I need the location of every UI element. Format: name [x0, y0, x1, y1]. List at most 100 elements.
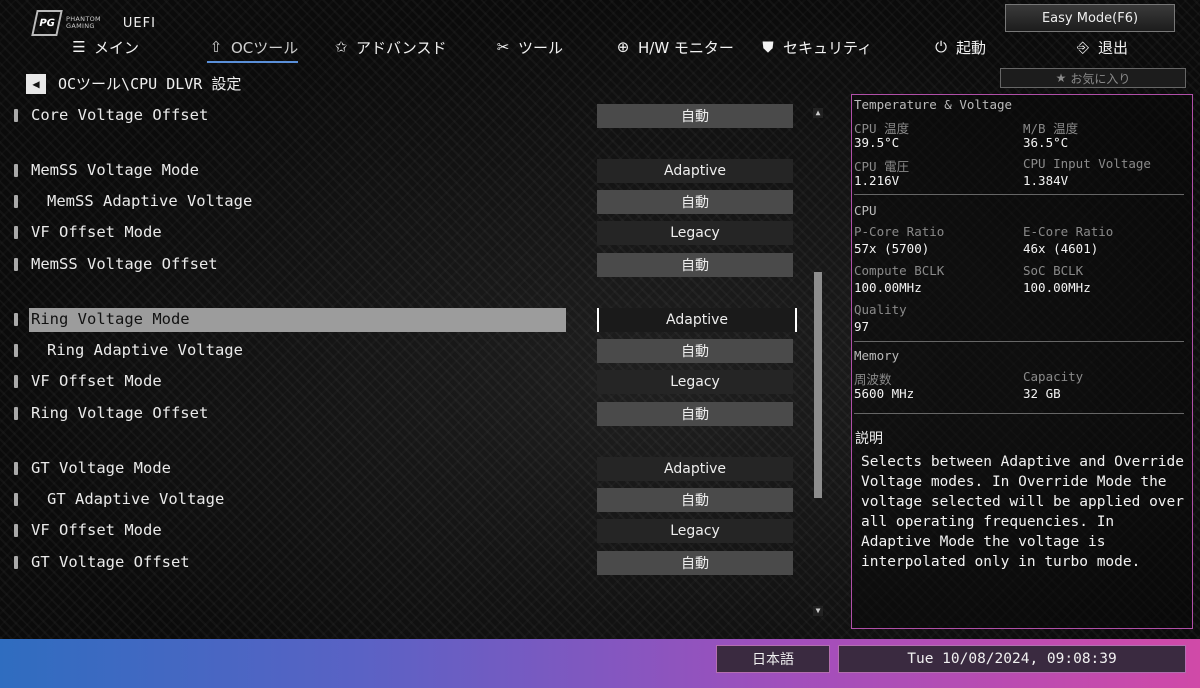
setting-value[interactable]: 自動: [597, 253, 793, 277]
pcore-ratio-value: 57x (5700): [854, 241, 930, 256]
setting-label: Ring Adaptive Voltage: [47, 341, 243, 359]
compute-bclk-value: 100.00MHz: [854, 280, 922, 295]
row-marker-icon: [14, 344, 18, 357]
scroll-up-icon[interactable]: ▲: [813, 108, 823, 118]
setting-label: GT Adaptive Voltage: [47, 490, 225, 508]
setting-value[interactable]: 自動: [597, 104, 793, 128]
setting-value[interactable]: Adaptive: [597, 308, 797, 332]
easy-mode-button[interactable]: Easy Mode(F6): [1005, 4, 1175, 32]
scrollbar-thumb[interactable]: [814, 272, 822, 498]
setting-label: VF Offset Mode: [31, 223, 162, 241]
main-nav: ☰ メイン ⇧ OCツール ✩ アドバンスド ✂ ツール ⊕ H/W モニター …: [0, 34, 1200, 64]
setting-row-gt-voltage-mode[interactable]: GT Voltage Mode Adaptive: [0, 455, 800, 483]
setting-label: Core Voltage Offset: [31, 106, 209, 124]
ecore-ratio-value: 46x (4601): [1023, 241, 1099, 256]
soc-bclk-value: 100.00MHz: [1023, 280, 1091, 295]
crosshair-icon: ⊕: [616, 38, 630, 56]
pcore-ratio-label: P-Core Ratio: [854, 224, 945, 239]
row-marker-icon: [14, 164, 18, 177]
row-marker-icon: [14, 313, 18, 326]
capacity-value: 32 GB: [1023, 386, 1061, 401]
memory-section-title: Memory: [854, 348, 900, 363]
mb-temp-value: 36.5°C: [1023, 135, 1069, 150]
tab-tool[interactable]: ✂ ツール: [494, 34, 563, 60]
setting-row-gt-adaptive-voltage[interactable]: GT Adaptive Voltage 自動: [0, 486, 800, 514]
capacity-label: Capacity: [1023, 369, 1084, 384]
cpu-voltage-value: 1.216V: [854, 173, 900, 188]
setting-row-ring-voltage-mode[interactable]: Ring Voltage Mode Adaptive: [0, 306, 800, 334]
setting-row-gt-vf-offset-mode[interactable]: VF Offset Mode Legacy: [0, 517, 800, 545]
setting-value[interactable]: Legacy: [597, 370, 793, 394]
setting-value[interactable]: Legacy: [597, 519, 793, 543]
row-marker-icon: [14, 109, 18, 122]
setting-row-memss-adaptive-voltage[interactable]: MemSS Adaptive Voltage 自動: [0, 188, 800, 216]
tab-exit[interactable]: ⎆ 退出: [1074, 34, 1128, 60]
temp-voltage-title: Temperature & Voltage: [854, 97, 1013, 112]
tab-boot[interactable]: ⏻ 起動: [932, 34, 986, 60]
tab-label: セキュリティ: [783, 38, 873, 57]
setting-row-gt-voltage-offset[interactable]: GT Voltage Offset 自動: [0, 549, 800, 577]
favorites-button[interactable]: ★ お気に入り: [1000, 68, 1186, 88]
tab-label: H/W モニター: [638, 38, 734, 57]
setting-row-ring-adaptive-voltage[interactable]: Ring Adaptive Voltage 自動: [0, 337, 800, 365]
setting-value[interactable]: Adaptive: [597, 159, 793, 183]
tab-hw-monitor[interactable]: ⊕ H/W モニター: [614, 34, 734, 60]
setting-value[interactable]: 自動: [597, 488, 793, 512]
row-marker-icon: [14, 258, 18, 271]
row-marker-icon: [14, 493, 18, 506]
breadcrumb: ◀ OCツール\CPU DLVR 設定: [26, 73, 241, 94]
setting-value[interactable]: Legacy: [597, 221, 793, 245]
scroll-down-icon[interactable]: ▼: [813, 606, 823, 616]
ecore-ratio-label: E-Core Ratio: [1023, 224, 1114, 239]
setting-row-memss-vf-offset-mode[interactable]: VF Offset Mode Legacy: [0, 219, 800, 247]
setting-label: Ring Voltage Mode: [31, 310, 190, 328]
setting-value[interactable]: Adaptive: [597, 457, 793, 481]
cpu-input-voltage-label: CPU Input Voltage: [1023, 156, 1151, 171]
row-marker-icon: [14, 195, 18, 208]
setting-value[interactable]: 自動: [597, 551, 793, 575]
tab-main[interactable]: ☰ メイン: [70, 34, 139, 60]
setting-label: MemSS Voltage Mode: [31, 161, 199, 179]
settings-scrollbar[interactable]: ▲ ▼: [813, 108, 823, 616]
tab-label: ツール: [518, 38, 564, 57]
frequency-value: 5600 MHz: [854, 386, 915, 401]
setting-value[interactable]: 自動: [597, 339, 793, 363]
divider: [854, 194, 1184, 195]
power-icon: ⏻: [935, 38, 947, 56]
favorites-label: お気に入り: [1070, 71, 1131, 86]
row-marker-icon: [14, 524, 18, 537]
setting-row-memss-voltage-offset[interactable]: MemSS Voltage Offset 自動: [0, 251, 800, 279]
setting-row-memss-voltage-mode[interactable]: MemSS Voltage Mode Adaptive: [0, 157, 800, 185]
cpu-temp-value: 39.5°C: [854, 135, 900, 150]
setting-value[interactable]: 自動: [597, 402, 793, 426]
setting-label: GT Voltage Offset: [31, 553, 190, 571]
setting-label: MemSS Adaptive Voltage: [47, 192, 253, 210]
divider: [854, 341, 1184, 342]
setting-row-ring-vf-offset-mode[interactable]: VF Offset Mode Legacy: [0, 368, 800, 396]
uefi-label: UEFI: [122, 15, 156, 31]
soc-bclk-label: SoC BCLK: [1023, 263, 1084, 278]
tab-label: メイン: [94, 38, 140, 57]
datetime-display: Tue 10/08/2024, 09:08:39: [838, 645, 1186, 673]
description-title: 説明: [855, 431, 883, 447]
tab-advanced[interactable]: ✩ アドバンスド: [332, 34, 447, 60]
quality-label: Quality: [854, 302, 907, 317]
back-button[interactable]: ◀: [26, 73, 46, 94]
tab-security[interactable]: ⛊ セキュリティ: [759, 34, 872, 60]
compute-bclk-label: Compute BCLK: [854, 263, 945, 278]
language-button[interactable]: 日本語: [716, 645, 830, 673]
setting-row-ring-voltage-offset[interactable]: Ring Voltage Offset 自動: [0, 400, 800, 428]
rocket-icon: ⇧: [209, 38, 223, 56]
row-marker-icon: [14, 462, 18, 475]
tools-icon: ✂: [496, 38, 510, 56]
cpu-section-title: CPU: [854, 203, 877, 218]
setting-label: GT Voltage Mode: [31, 459, 171, 477]
exit-icon: ⎆: [1076, 38, 1089, 56]
divider: [854, 413, 1184, 414]
setting-row-core-voltage-offset[interactable]: Core Voltage Offset 自動: [0, 102, 800, 130]
tab-label: アドバンスド: [356, 38, 447, 57]
tab-oc-tweaker[interactable]: ⇧ OCツール: [207, 34, 299, 63]
tab-label: 起動: [956, 38, 987, 57]
shield-icon: ⛊: [762, 38, 774, 56]
setting-value[interactable]: 自動: [597, 190, 793, 214]
